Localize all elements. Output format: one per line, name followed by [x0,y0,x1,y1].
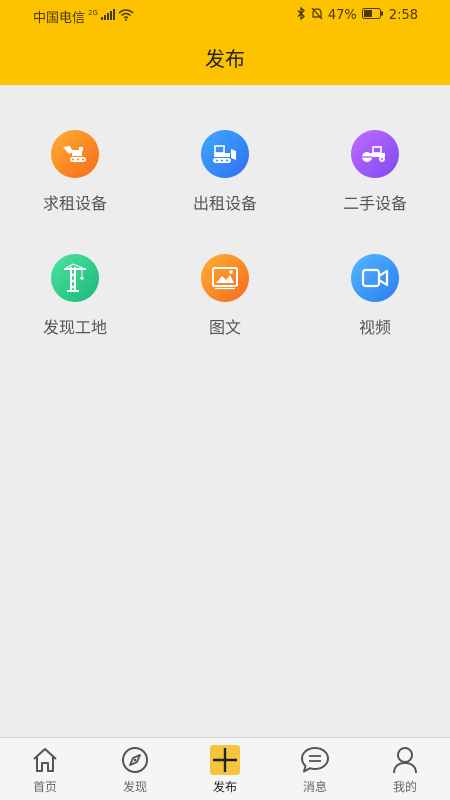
option-rent-out[interactable]: 出租设备 [150,130,300,214]
tab-label: 我的 [392,780,417,794]
option-rent-request[interactable]: 求租设备 [0,130,150,214]
wifi-icon [118,8,134,25]
option-label: 出租设备 [192,194,257,213]
status-right: 47% 2:58 [297,6,418,24]
tab-discover[interactable]: 发现 [90,738,180,800]
option-second-hand[interactable]: 二手设备 [300,130,450,214]
clock-time: 2:58 [388,8,418,23]
option-image-text[interactable]: 图文 [150,254,300,338]
option-label: 求租设备 [42,194,107,213]
home-icon [30,745,60,775]
option-label: 二手设备 [342,194,407,213]
signal-icon [100,9,115,24]
tower-crane-icon [51,254,99,302]
tab-messages[interactable]: 消息 [270,738,360,800]
image-icon [201,254,249,302]
tab-label: 消息 [302,780,327,794]
tab-mine[interactable]: 我的 [360,738,450,800]
option-video[interactable]: 视频 [300,254,450,338]
carrier-info: 中国电信 2G [33,7,134,26]
user-icon [390,745,420,775]
battery-percent: 47% [327,8,357,23]
carrier-name: 中国电信 [33,11,86,26]
tab-label: 发布 [212,780,237,794]
excavator-icon [51,130,99,178]
battery-icon [361,8,384,23]
compass-icon [120,745,150,775]
bottom-tab-bar: 首页 发现 发布 消息 我的 [0,737,450,800]
bluetooth-icon [297,6,306,24]
bulldozer-icon [201,130,249,178]
option-discover-site[interactable]: 发现工地 [0,254,150,338]
option-label: 视频 [358,318,391,337]
network-type: 2G [88,8,98,17]
road-roller-icon [351,130,399,178]
tab-home[interactable]: 首页 [0,738,90,800]
option-label: 发现工地 [42,318,107,337]
tab-label: 发现 [122,780,147,794]
message-icon [300,745,330,775]
mute-bell-icon [311,7,323,24]
status-bar: 中国电信 2G 47% 2:58 [0,0,450,32]
tab-publish[interactable]: 发布 [180,738,270,800]
tab-label: 首页 [32,780,57,794]
option-label: 图文 [208,318,241,337]
header-bar: 中国电信 2G 47% 2:58 发布 [0,0,450,85]
video-camera-icon [351,254,399,302]
publish-plus-icon [210,745,240,775]
page-title: 发布 [205,47,245,71]
